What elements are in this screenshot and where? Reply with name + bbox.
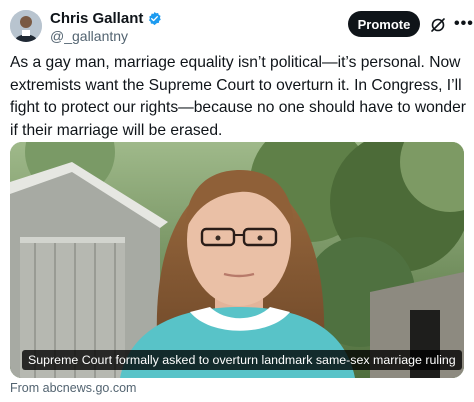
author-handle[interactable]: @_gallantny (50, 28, 128, 44)
link-source[interactable]: From abcnews.go.com (10, 381, 136, 395)
more-icon[interactable]: ••• (454, 16, 474, 32)
post-text: As a gay man, marriage equality isn’t po… (10, 54, 466, 139)
author-name[interactable]: Chris Gallant (50, 10, 143, 27)
news-photo (10, 142, 464, 378)
grok-icon[interactable] (430, 17, 446, 33)
video-caption: Supreme Court formally asked to overturn… (22, 350, 462, 370)
verified-badge-icon (147, 11, 162, 26)
promote-button[interactable]: Promote (348, 11, 420, 37)
post-header: Chris Gallant @_gallantny Promote ••• (10, 8, 473, 44)
avatar[interactable] (10, 10, 42, 42)
link-card-image[interactable]: Supreme Court formally asked to overturn… (10, 142, 464, 378)
